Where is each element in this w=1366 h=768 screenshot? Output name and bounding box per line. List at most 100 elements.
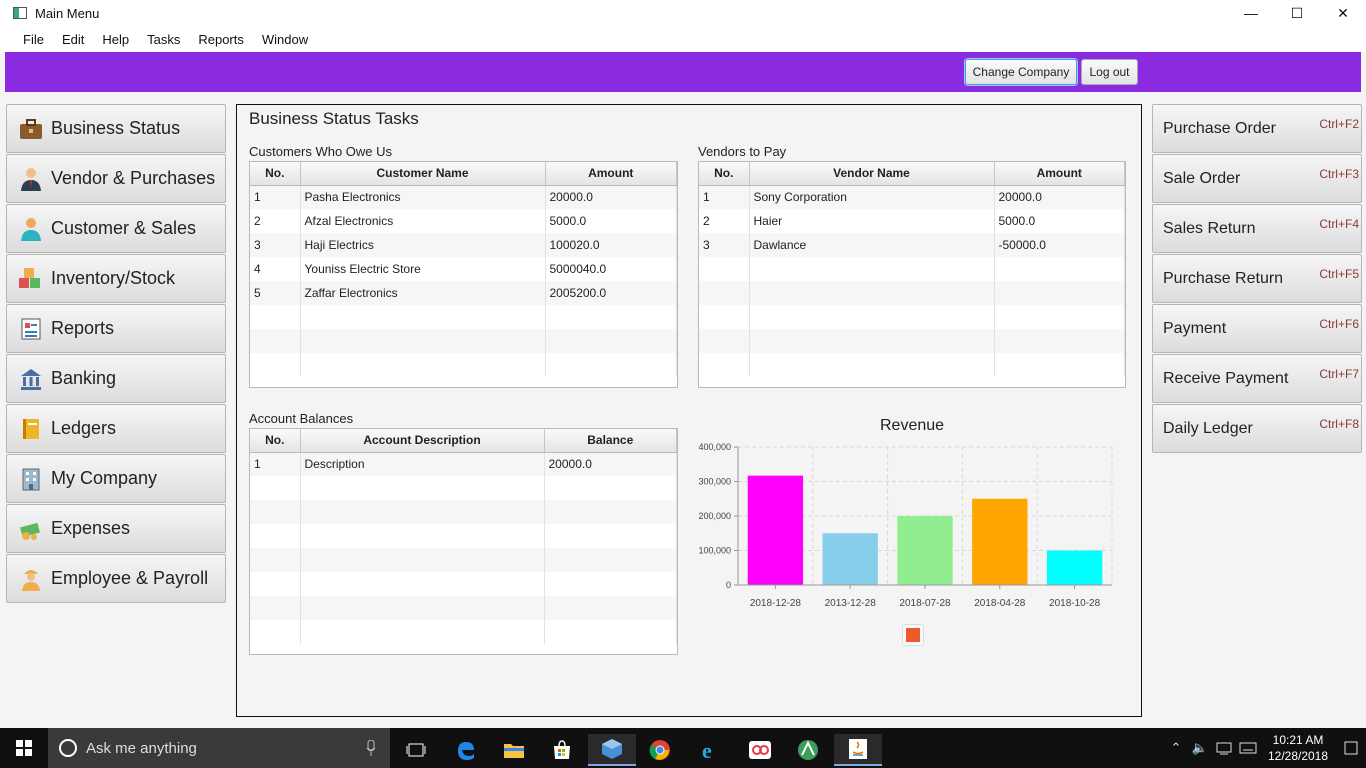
chevron-up-icon[interactable]: ⌃	[1164, 728, 1188, 768]
keyboard-icon[interactable]	[1236, 728, 1260, 768]
receive-payment-button[interactable]: Receive Payment Ctrl+F7	[1152, 354, 1362, 403]
menu-file[interactable]: File	[14, 32, 53, 47]
menu-reports[interactable]: Reports	[189, 32, 253, 47]
menu-help[interactable]: Help	[93, 32, 138, 47]
accounts-table[interactable]: No. Account Description Balance 1 Descri…	[249, 428, 678, 655]
header-bar: Change Company Log out	[5, 52, 1361, 92]
taskbar-clock[interactable]: 10:21 AM 12/28/2018	[1260, 732, 1336, 764]
table-row[interactable]: 5 Zaffar Electronics 2005200.0	[250, 281, 677, 305]
table-row[interactable]: 1 Sony Corporation 20000.0	[699, 185, 1125, 209]
legend-color-square	[906, 628, 920, 642]
column-header[interactable]: Amount	[994, 162, 1125, 186]
table-row[interactable]: 1 Description 20000.0	[250, 452, 677, 476]
purchase-order-button[interactable]: Purchase Order Ctrl+F2	[1152, 104, 1362, 153]
table-row[interactable]: 2 Haier 5000.0	[699, 209, 1125, 233]
menu-window[interactable]: Window	[253, 32, 317, 47]
nav-reports[interactable]: Reports	[6, 304, 226, 353]
table-cell: Dawlance	[749, 233, 995, 257]
table-cell: Sony Corporation	[749, 185, 995, 209]
table-cell: Description	[300, 452, 545, 476]
nav-my-company[interactable]: My Company	[6, 454, 226, 503]
empty-row	[250, 524, 677, 548]
table-row[interactable]: 4 Youniss Electric Store 5000040.0	[250, 257, 677, 281]
network-icon[interactable]	[1212, 728, 1236, 768]
column-header[interactable]: No.	[250, 429, 301, 453]
edge-icon[interactable]	[442, 734, 490, 766]
daily-ledger-button[interactable]: Daily Ledger Ctrl+F8	[1152, 404, 1362, 453]
speaker-icon[interactable]: 🔈	[1188, 728, 1212, 768]
table-row[interactable]: 1 Pasha Electronics 20000.0	[250, 185, 677, 209]
windows-taskbar: Ask me anything e ⌃ 🔈 10:21 AM 12/28/201…	[0, 728, 1366, 768]
task-label: Purchase Return	[1163, 269, 1284, 287]
microphone-icon[interactable]	[366, 740, 376, 756]
column-header[interactable]: Customer Name	[300, 162, 546, 186]
virtualbox-icon[interactable]	[588, 734, 636, 766]
left-navigation: Business Status Vendor & Purchases Custo…	[6, 104, 226, 604]
android-studio-icon[interactable]	[784, 734, 832, 766]
table-cell: 2	[250, 209, 301, 233]
column-header[interactable]: No.	[250, 162, 301, 186]
customers-table[interactable]: No. Customer Name Amount 1 Pasha Electro…	[249, 161, 678, 388]
menu-tasks[interactable]: Tasks	[138, 32, 189, 47]
sale-order-button[interactable]: Sale Order Ctrl+F3	[1152, 154, 1362, 203]
x-tick-label: 2013-12-28	[825, 598, 877, 609]
purchase-return-button[interactable]: Purchase Return Ctrl+F5	[1152, 254, 1362, 303]
legend-swatch	[902, 624, 924, 646]
nav-ledgers[interactable]: Ledgers	[6, 404, 226, 453]
system-tray: ⌃ 🔈 10:21 AM 12/28/2018	[1164, 728, 1366, 768]
column-header[interactable]: Balance	[544, 429, 677, 453]
chart-bar	[747, 475, 804, 585]
sales-return-button[interactable]: Sales Return Ctrl+F4	[1152, 204, 1362, 253]
table-cell: 2005200.0	[545, 281, 677, 305]
nav-label: My Company	[51, 468, 158, 488]
menu-edit[interactable]: Edit	[53, 32, 93, 47]
nav-inventory-stock[interactable]: Inventory/Stock	[6, 254, 226, 303]
shortcut-label: Ctrl+F2	[1319, 117, 1359, 131]
shortcut-label: Ctrl+F3	[1319, 167, 1359, 181]
right-tasks-panel: Purchase Order Ctrl+F2 Sale Order Ctrl+F…	[1152, 104, 1362, 454]
y-tick-label: 300,000	[698, 477, 731, 487]
maximize-button[interactable]: ☐	[1274, 0, 1320, 26]
task-view-icon[interactable]	[392, 734, 440, 766]
chart-bar	[822, 533, 878, 585]
nav-customer-sales[interactable]: Customer & Sales	[6, 204, 226, 253]
minimize-button[interactable]: —	[1228, 0, 1274, 26]
table-row[interactable]: 2 Afzal Electronics 5000.0	[250, 209, 677, 233]
nav-expenses[interactable]: Expenses	[6, 504, 226, 553]
table-cell: Afzal Electronics	[300, 209, 546, 233]
vendors-table[interactable]: No. Vendor Name Amount 1 Sony Corporatio…	[698, 161, 1126, 388]
column-header[interactable]: No.	[699, 162, 750, 186]
customer-icon	[17, 215, 45, 243]
shortcut-label: Ctrl+F7	[1319, 367, 1359, 381]
shortcut-label: Ctrl+F5	[1319, 267, 1359, 281]
nav-employee-payroll[interactable]: Employee & Payroll	[6, 554, 226, 603]
table-cell: 20000.0	[994, 185, 1125, 209]
nav-banking[interactable]: Banking	[6, 354, 226, 403]
change-company-button[interactable]: Change Company	[965, 59, 1077, 85]
logout-button[interactable]: Log out	[1081, 59, 1138, 85]
table-row[interactable]: 3 Dawlance -50000.0	[699, 233, 1125, 257]
report-icon	[17, 315, 45, 343]
payment-button[interactable]: Payment Ctrl+F6	[1152, 304, 1362, 353]
store-icon[interactable]	[538, 734, 586, 766]
task-label: Daily Ledger	[1163, 419, 1253, 437]
ie-icon[interactable]: e	[686, 734, 734, 766]
nav-label: Customer & Sales	[51, 218, 197, 238]
nav-vendor-purchases[interactable]: Vendor & Purchases	[6, 154, 226, 203]
chrome-icon[interactable]	[636, 734, 684, 766]
nav-business-status[interactable]: Business Status	[6, 104, 226, 153]
column-header[interactable]: Amount	[545, 162, 677, 186]
empty-row	[250, 572, 677, 596]
file-explorer-icon[interactable]	[490, 734, 538, 766]
column-header[interactable]: Account Description	[300, 429, 545, 453]
empty-row	[250, 500, 677, 524]
notifications-icon[interactable]	[1336, 728, 1366, 768]
clock-time: 10:21 AM	[1272, 733, 1324, 747]
table-row[interactable]: 3 Haji Electrics 100020.0	[250, 233, 677, 257]
close-button[interactable]: ✕	[1320, 0, 1366, 26]
flickr-icon[interactable]	[736, 734, 784, 766]
cortana-search-box[interactable]: Ask me anything	[48, 728, 390, 768]
java-icon[interactable]	[834, 734, 882, 766]
start-button[interactable]	[0, 728, 48, 768]
column-header[interactable]: Vendor Name	[749, 162, 995, 186]
